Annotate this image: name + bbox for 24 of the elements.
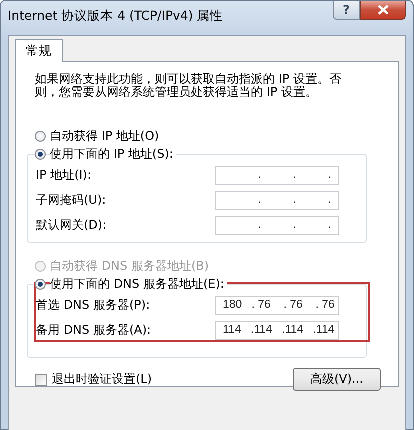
window-title: Internet 协议版本 4 (TCP/IPv4) 属性: [8, 8, 224, 25]
checkbox-label: 退出时验证设置(L): [52, 371, 152, 388]
description-text: 如果网络支持此功能，则可以获取自动指派的 IP 设置。否则，您需要从网络系统管理员处获得适当的 IP 设置。: [35, 73, 342, 99]
field-label: 首选 DNS 服务器(P):: [36, 297, 152, 314]
radio-label: 使用下面的 IP 地址(S):: [50, 146, 176, 162]
tab[interactable]: 常规: [15, 39, 63, 62]
advanced-button[interactable]: 高级(V)...: [293, 368, 381, 391]
close-button[interactable]: [360, 1, 406, 20]
ip-address-field[interactable]: . . .: [215, 216, 339, 235]
field-label: 子网掩码(U):: [36, 192, 108, 209]
ip-address-field[interactable]: . . .: [215, 166, 339, 185]
ip-address-field[interactable]: . . .: [215, 191, 339, 210]
ip-address-field[interactable]: 180 . 76 . 76 . 76: [215, 296, 339, 315]
checkbox[interactable]: [35, 374, 47, 386]
help-button[interactable]: ?: [333, 1, 360, 20]
field-label: IP 地址(I):: [36, 167, 93, 184]
close-icon: [378, 5, 388, 15]
radio-button[interactable]: [35, 148, 46, 160]
field-label: 默认网关(D):: [36, 217, 108, 234]
radio-button[interactable]: [35, 130, 46, 142]
radio-label: 使用下面的 DNS 服务器地址(E):: [50, 276, 228, 292]
radio-button[interactable]: [35, 278, 46, 290]
ip-address-field[interactable]: 114 .114 .114 .114: [215, 321, 339, 340]
field-label: 备用 DNS 服务器(A):: [36, 322, 152, 339]
